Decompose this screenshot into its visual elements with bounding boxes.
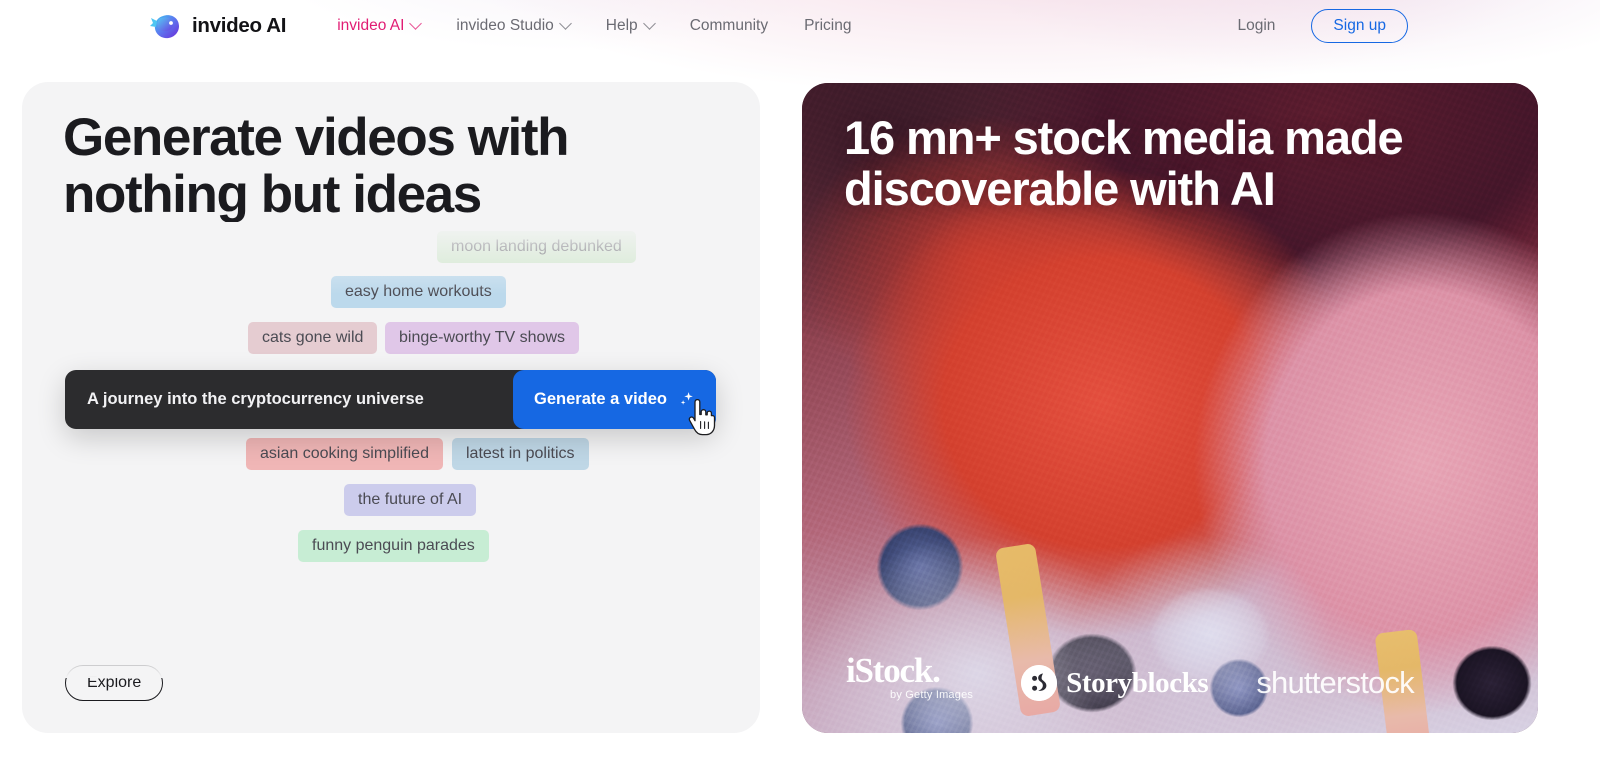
brand-name: invideo AI: [192, 14, 287, 37]
shutterstock-name: shutterstock: [1256, 665, 1414, 700]
generate-video-label: Generate a video: [534, 390, 667, 408]
idea-pill[interactable]: the future of AI: [344, 484, 477, 516]
idea-pill[interactable]: latest in politics: [452, 438, 589, 470]
generate-video-button[interactable]: Generate a video: [513, 370, 716, 429]
stock-media-showcase-card[interactable]: 16 mn+ stock media made discoverable wit…: [802, 83, 1538, 733]
showcase-heading: 16 mn+ stock media made discoverable wit…: [844, 111, 1404, 215]
storyblocks-circle-icon: [1021, 665, 1058, 701]
istock-tagline: by Getty Images: [890, 689, 974, 701]
brand-logo-link[interactable]: invideo AI: [149, 9, 287, 43]
page-title: Generate videos with nothing but ideas: [63, 108, 570, 225]
idea-pill[interactable]: cats gone wild: [248, 322, 378, 354]
hero-card: Generate videos with nothing but ideas m…: [22, 82, 760, 733]
login-link[interactable]: Login: [1237, 17, 1275, 35]
landing-page: invideo AI invideo AI invideo Studio Hel…: [0, 0, 1600, 764]
prompt-bar[interactable]: A journey into the cryptocurrency univer…: [65, 370, 716, 429]
nav-item-label: invideo Studio: [456, 17, 554, 34]
idea-pill[interactable]: asian cooking simplified: [246, 438, 443, 470]
storyblocks-name: Storyblocks: [1066, 666, 1209, 699]
idea-pill[interactable]: binge-worthy TV shows: [385, 322, 579, 354]
prompt-input[interactable]: A journey into the cryptocurrency univer…: [87, 390, 424, 409]
idea-pill[interactable]: easy home workouts: [331, 276, 506, 308]
signup-button[interactable]: Sign up: [1311, 9, 1408, 43]
partner-logo-istock: iStock. by Getty Images: [846, 653, 973, 701]
partner-logo-shutterstock: shutterstock: [1256, 665, 1414, 701]
nav-links: invideo AI invideo Studio Help Community…: [319, 16, 869, 35]
explore-button[interactable]: Explore: [65, 665, 164, 701]
nav-item-label: Pricing: [804, 17, 852, 34]
chevron-down-icon: [409, 16, 423, 30]
istock-name: iStock.: [846, 651, 941, 690]
partner-logo-row: iStock. by Getty Images Storyblocks shut…: [846, 653, 1415, 701]
partner-logo-storyblocks: Storyblocks: [1021, 665, 1209, 701]
nav-item-pricing[interactable]: Pricing: [786, 17, 869, 35]
chevron-down-icon: [558, 16, 572, 30]
idea-pill[interactable]: funny penguin parades: [298, 530, 489, 562]
nav-actions: Login Sign up: [1237, 9, 1408, 43]
istock-logo: iStock. by Getty Images: [846, 653, 973, 701]
nav-item-invideo-studio[interactable]: invideo Studio: [438, 16, 587, 35]
sparkle-icon: [678, 391, 695, 408]
nav-item-label: Community: [689, 17, 769, 34]
nav-item-invideo-ai[interactable]: invideo AI: [319, 16, 438, 35]
nav-item-community[interactable]: Community: [672, 17, 786, 35]
nav-item-label: invideo AI: [337, 17, 405, 34]
nav-item-help[interactable]: Help: [588, 16, 672, 35]
chevron-down-icon: [642, 16, 656, 30]
idea-pill[interactable]: moon landing debunked: [437, 231, 636, 263]
top-navbar: invideo AI invideo AI invideo Studio Hel…: [0, 0, 1600, 52]
invideo-bird-logo-icon: [149, 9, 183, 43]
nav-item-label: Help: [605, 17, 638, 34]
